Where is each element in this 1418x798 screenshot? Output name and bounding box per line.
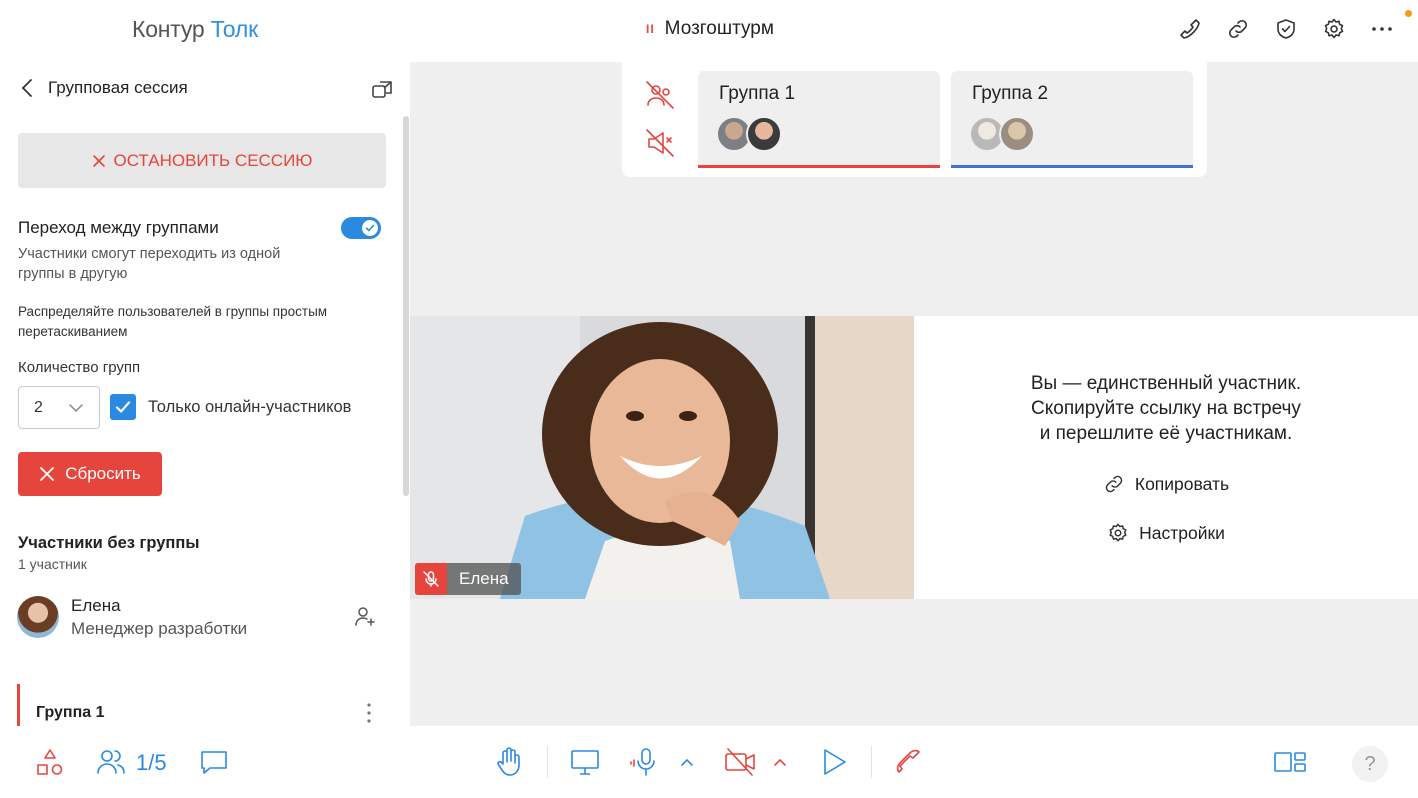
toolbar-divider	[547, 746, 548, 778]
microphone-icon[interactable]	[630, 746, 662, 778]
chevron-up-icon[interactable]	[773, 746, 787, 778]
main-stage: Группа 1 Группа 2 Елена Вы — единственны…	[410, 62, 1418, 726]
groups-count-value: 2	[34, 398, 43, 416]
invite-panel: Вы — единственный участник. Скопируйте с…	[914, 316, 1418, 599]
shield-icon[interactable]	[1274, 17, 1298, 41]
screen-share-icon[interactable]	[569, 746, 601, 778]
meeting-title-block: II Мозгоштурм	[646, 18, 774, 40]
gear-icon[interactable]	[1322, 17, 1346, 41]
recording-indicator: II	[646, 22, 655, 36]
chat-icon[interactable]	[198, 746, 230, 778]
toolbar-divider	[871, 746, 872, 778]
notification-dot	[1405, 10, 1412, 17]
groups-count-select[interactable]: 2	[18, 386, 100, 429]
help-button[interactable]: ?	[1352, 746, 1388, 782]
online-only-checkbox[interactable]	[110, 394, 136, 420]
participants-icon[interactable]	[95, 746, 127, 778]
copy-link-button[interactable]: Копировать	[914, 473, 1418, 495]
bottom-toolbar: 1/5 ?	[0, 726, 1418, 798]
more-icon[interactable]	[1370, 17, 1394, 41]
invite-line: Вы — единственный участник.	[1030, 373, 1302, 394]
group-list-item[interactable]: Группа 1	[17, 684, 392, 726]
invite-line: Скопируйте ссылку на встречу	[1031, 398, 1301, 419]
participant-row[interactable]: Елена Менеджер разработки	[17, 596, 387, 640]
ungrouped-count: 1 участник	[18, 556, 87, 572]
close-icon	[40, 467, 55, 481]
participant-video-tile[interactable]: Елена	[410, 316, 914, 599]
camera-off-icon[interactable]	[724, 746, 756, 778]
header-actions	[1178, 17, 1394, 41]
app-logo: Контур Толк	[132, 16, 258, 43]
raise-hand-icon[interactable]	[493, 746, 525, 778]
group-card-2[interactable]: Группа 2	[951, 71, 1193, 168]
stop-session-label: ОСТАНОВИТЬ СЕССИЮ	[113, 150, 313, 170]
unmute-all-icon[interactable]	[644, 79, 676, 111]
mute-all-icon[interactable]	[644, 127, 676, 159]
logo-text-part1: Контур	[132, 16, 205, 42]
check-icon	[115, 401, 131, 413]
kebab-menu-icon[interactable]	[366, 702, 372, 724]
groups-count-label: Количество групп	[18, 359, 141, 376]
sidebar-header: Групповая сессия	[20, 78, 188, 98]
avatar	[746, 116, 782, 152]
toggle-knob	[362, 220, 378, 236]
logo-text-part2: Толк	[210, 16, 258, 42]
avatar	[17, 596, 59, 638]
participant-role: Менеджер разработки	[71, 619, 248, 638]
group-list-item-label: Группа 1	[36, 704, 105, 721]
participant-name: Елена	[71, 596, 121, 615]
gear-icon	[1109, 523, 1127, 542]
reset-button-label: Сбросить	[65, 464, 141, 483]
group-switch-title: Переход между группами	[18, 218, 219, 237]
popout-icon[interactable]	[371, 78, 395, 100]
group-color-bar	[698, 165, 940, 168]
group-color-bar	[951, 165, 1193, 168]
group-session-sidebar: Групповая сессия ОСТАНОВИТЬ СЕССИЮ Перех…	[0, 62, 410, 726]
copy-link-label: Копировать	[1134, 473, 1230, 494]
invite-line: и перешлите её участникам.	[1039, 423, 1293, 444]
mic-off-icon	[415, 563, 447, 595]
avatar	[999, 116, 1035, 152]
sidebar-scrollbar[interactable]	[403, 116, 409, 496]
sidebar-title: Групповая сессия	[48, 78, 188, 97]
chevron-down-icon	[69, 404, 83, 413]
play-icon[interactable]	[818, 746, 850, 778]
close-icon	[92, 154, 105, 167]
group-card-1[interactable]: Группа 1	[698, 71, 940, 168]
group-card-name: Группа 1	[719, 83, 796, 104]
group-avatars	[969, 116, 1035, 152]
drag-hint-text: Распределяйте пользователей в группы про…	[18, 304, 328, 339]
end-call-icon[interactable]	[893, 746, 925, 778]
video-frame	[410, 316, 914, 599]
participants-count[interactable]: 1/5	[136, 750, 167, 776]
link-icon[interactable]	[1226, 17, 1250, 41]
top-bar: Контур Толк II Мозгоштурм	[0, 0, 1418, 62]
group-card-name: Группа 2	[972, 83, 1049, 104]
video-participant-name: Елена	[459, 569, 509, 588]
ungrouped-title: Участники без группы	[18, 534, 200, 552]
layout-icon[interactable]	[1274, 746, 1306, 778]
phone-icon[interactable]	[1178, 17, 1202, 41]
invite-message: Вы — единственный участник. Скопируйте с…	[914, 371, 1418, 446]
settings-label: Настройки	[1139, 522, 1225, 543]
reset-button[interactable]: Сбросить	[18, 452, 162, 496]
link-icon	[1105, 475, 1123, 493]
shapes-icon[interactable]	[34, 746, 66, 778]
groups-panel: Группа 1 Группа 2	[622, 62, 1207, 177]
group-avatars	[716, 116, 782, 152]
back-arrow-icon[interactable]	[20, 78, 34, 98]
meeting-title: Мозгоштурм	[664, 18, 774, 39]
chevron-up-icon[interactable]	[680, 746, 694, 778]
online-only-label: Только онлайн-участников	[148, 398, 352, 416]
group-switch-description: Участники смогут переходить из одной гру…	[18, 246, 281, 282]
check-icon	[365, 224, 375, 232]
stop-session-button[interactable]: ОСТАНОВИТЬ СЕССИЮ	[18, 133, 386, 188]
add-to-group-icon[interactable]	[353, 604, 377, 628]
settings-button[interactable]: Настройки	[914, 522, 1418, 544]
video-name-chip: Елена	[415, 563, 521, 595]
group-switch-toggle[interactable]	[341, 217, 381, 239]
